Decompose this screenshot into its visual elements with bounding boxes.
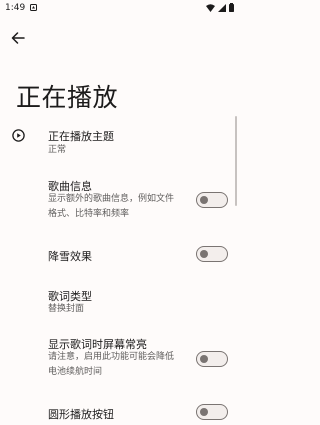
- page-title: 正在播放: [16, 83, 119, 112]
- wifi-icon: [206, 3, 215, 12]
- battery-icon: [229, 3, 234, 12]
- status-bar: 1:49: [0, 0, 239, 18]
- pref-snow-effect[interactable]: 降雪效果: [0, 240, 239, 270]
- pref-circular-play-button[interactable]: 圆形播放按钮: [0, 398, 239, 425]
- status-time: 1:49: [5, 3, 26, 13]
- switch-thumb: [200, 407, 208, 416]
- pref-summary: 正常: [48, 145, 67, 155]
- switch-thumb: [200, 249, 208, 258]
- circular-play-button-switch[interactable]: [196, 404, 228, 420]
- snow-effect-switch[interactable]: [196, 246, 228, 262]
- pref-title: 圆形播放按钮: [48, 408, 114, 421]
- keep-screen-on-switch[interactable]: [196, 351, 228, 367]
- play-circle-icon: [12, 129, 25, 142]
- pref-summary-line2: 电池续航时间: [48, 367, 103, 377]
- switch-thumb: [200, 195, 208, 204]
- pref-summary-line2: 格式、比特率和频率: [48, 209, 130, 219]
- signal-icon: [218, 3, 226, 12]
- pref-keep-screen-on[interactable]: 显示歌词时屏幕常亮 请注意，启用此功能可能会降低 电池续航时间: [0, 330, 239, 386]
- switch-thumb: [200, 354, 208, 363]
- pref-summary: 显示额外的歌曲信息，例如文件: [48, 194, 175, 204]
- pref-summary: 请注意，启用此功能可能会降低: [48, 352, 175, 362]
- song-info-switch[interactable]: [196, 192, 228, 208]
- arrow-back-icon: [11, 32, 25, 44]
- pref-summary: 替换封面: [48, 304, 85, 314]
- pref-lyrics-type[interactable]: 歌词类型 替换封面: [0, 284, 239, 320]
- scrollbar[interactable]: [235, 116, 237, 206]
- notification-icon: [30, 4, 37, 11]
- pref-title: 正在播放主题: [48, 130, 114, 143]
- pref-song-info[interactable]: 歌曲信息 显示额外的歌曲信息，例如文件 格式、比特率和频率: [0, 172, 239, 228]
- pref-title: 降雪效果: [48, 250, 92, 263]
- back-button[interactable]: [8, 28, 28, 48]
- pref-now-playing-theme[interactable]: 正在播放主题 正常: [0, 120, 239, 160]
